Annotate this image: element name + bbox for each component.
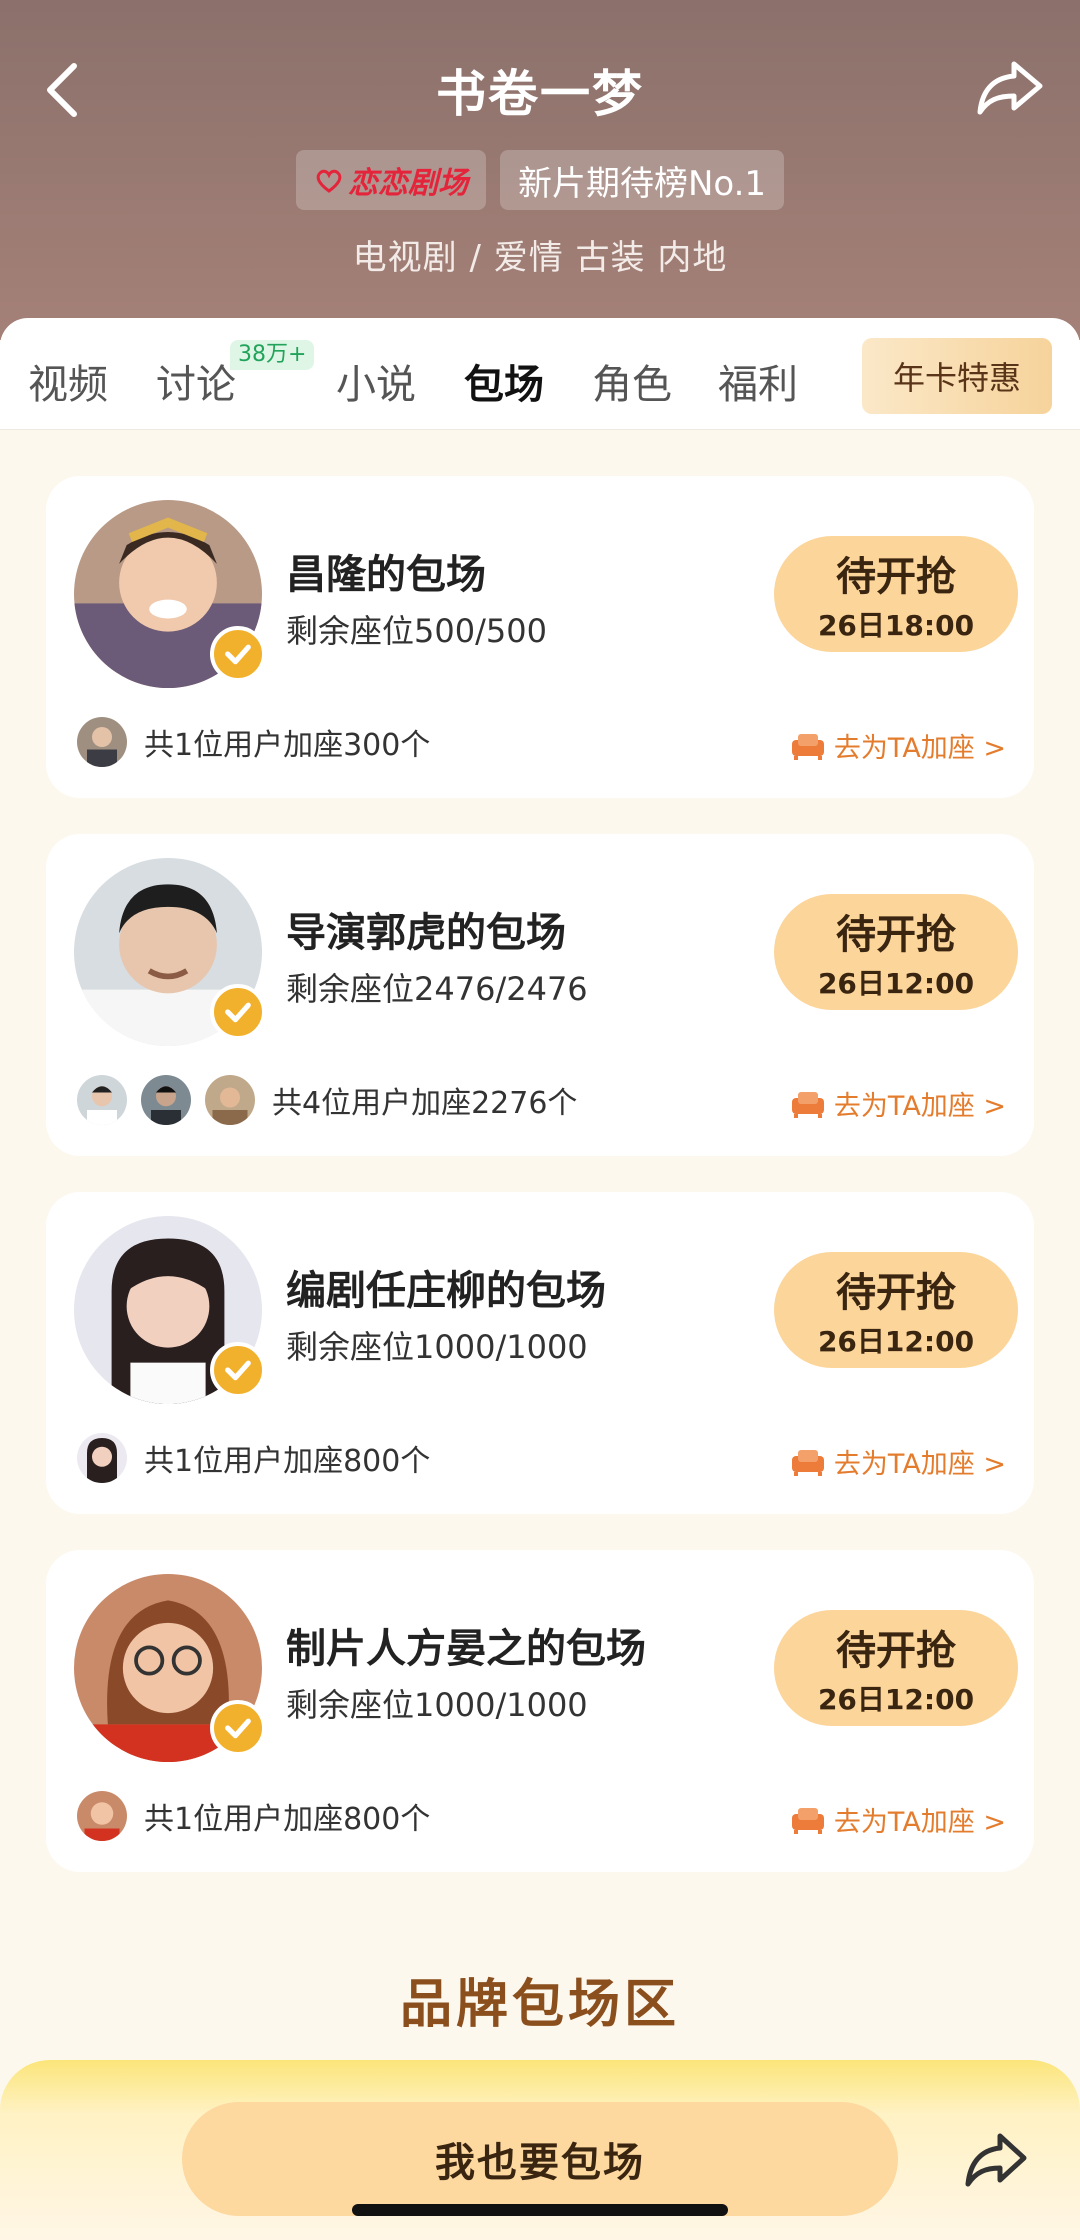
remaining-seats: 剩余座位2476/2476: [286, 970, 588, 1008]
add-seat-link[interactable]: 去为TA加座 >: [790, 1084, 1006, 1123]
pending-grab-button[interactable]: 待开抢 26日12:00: [774, 1610, 1018, 1726]
brand-badge[interactable]: 恋恋剧场: [295, 150, 486, 210]
tab-bar: 视频 讨论 38万+ 小说 包场 角色 福利 年卡特惠: [0, 318, 1080, 430]
supporters-summary: 共1位用户加座800个: [144, 1802, 431, 1837]
screening-list: 昌隆的包场 剩余座位500/500 待开抢 26日18:00 共1位用户加座30…: [46, 476, 1034, 1908]
grab-time: 26日18:00: [817, 609, 975, 642]
brand-badge-label: 恋恋剧场: [347, 166, 468, 201]
tab-welfare[interactable]: 福利: [718, 352, 798, 410]
sofa-seat-icon: [791, 733, 824, 760]
supporter-avatars: [74, 1430, 130, 1486]
verified-icon: [210, 1342, 266, 1398]
heart-logo-icon: [316, 169, 342, 193]
page: 书卷一梦 恋恋剧场 新片期待榜No.1 电视剧 / 爱情 古装 内地 视频 讨论…: [0, 0, 1080, 2240]
card-title: 导演郭虎的包场: [286, 910, 566, 956]
supporters-summary: 共1位用户加座800个: [144, 1444, 431, 1479]
card-title: 昌隆的包场: [286, 552, 486, 598]
rank-badge[interactable]: 新片期待榜No.1: [499, 150, 785, 210]
supporter-avatar: [74, 714, 130, 770]
supporter-avatar: [202, 1072, 258, 1128]
add-seat-link[interactable]: 去为TA加座 >: [790, 726, 1006, 765]
supporters-row: 共1位用户加座800个: [74, 1430, 430, 1486]
verified-icon: [210, 1700, 266, 1756]
add-seat-link[interactable]: 去为TA加座 >: [790, 1800, 1006, 1839]
share-arrow-icon: [965, 2133, 1027, 2187]
supporter-avatar: [138, 1072, 194, 1128]
share-arrow-icon: [977, 61, 1043, 115]
supporters-summary: 共1位用户加座300个: [144, 728, 431, 763]
supporter-avatars: [74, 1072, 258, 1128]
brand-section-title: 品牌包场区: [399, 1975, 680, 2035]
add-seat-label: 去为TA加座 >: [833, 1091, 1006, 1122]
sofa-seat-icon: [791, 1091, 824, 1118]
sofa-seat-icon: [791, 1807, 824, 1834]
verified-icon: [210, 626, 266, 682]
tab-roles[interactable]: 角色: [592, 352, 672, 410]
bottom-share-button[interactable]: [964, 2130, 1028, 2190]
tab-screening[interactable]: 包场: [464, 352, 544, 410]
grab-button-label: 待开抢: [836, 1628, 956, 1674]
screening-card[interactable]: 制片人方晏之的包场 剩余座位1000/1000 待开抢 26日12:00 共1位…: [46, 1550, 1034, 1872]
home-indicator: [352, 2204, 728, 2216]
header: 书卷一梦 恋恋剧场 新片期待榜No.1 电视剧 / 爱情 古装 内地: [0, 0, 1080, 340]
create-screening-button[interactable]: 我也要包场: [182, 2102, 898, 2216]
add-seat-link[interactable]: 去为TA加座 >: [790, 1442, 1006, 1481]
tab-discussion[interactable]: 讨论: [156, 352, 236, 410]
screening-card[interactable]: 昌隆的包场 剩余座位500/500 待开抢 26日18:00 共1位用户加座30…: [46, 476, 1034, 798]
card-title: 编剧任庄柳的包场: [286, 1268, 606, 1314]
add-seat-label: 去为TA加座 >: [833, 733, 1006, 764]
badge-row: 恋恋剧场 新片期待榜No.1: [0, 150, 1080, 210]
remaining-seats: 剩余座位1000/1000: [286, 1686, 588, 1724]
supporter-avatar: [74, 1072, 130, 1128]
supporters-row: 共1位用户加座300个: [74, 714, 430, 770]
discussion-count-badge: 38万+: [230, 340, 315, 370]
grab-button-label: 待开抢: [836, 912, 956, 958]
supporter-avatar: [74, 1430, 130, 1486]
sofa-seat-icon: [791, 1449, 824, 1476]
supporters-row: 共4位用户加座2276个: [74, 1072, 577, 1128]
screening-card[interactable]: 编剧任庄柳的包场 剩余座位1000/1000 待开抢 26日12:00 共1位用…: [46, 1192, 1034, 1514]
grab-button-label: 待开抢: [836, 554, 956, 600]
supporter-avatars: [74, 714, 130, 770]
supporters-summary: 共4位用户加座2276个: [272, 1086, 578, 1121]
supporters-row: 共1位用户加座800个: [74, 1788, 430, 1844]
grab-time: 26日12:00: [817, 1683, 975, 1716]
annual-card-promo[interactable]: 年卡特惠: [862, 338, 1052, 414]
add-seat-label: 去为TA加座 >: [833, 1449, 1006, 1480]
pending-grab-button[interactable]: 待开抢 26日12:00: [774, 894, 1018, 1010]
pending-grab-button[interactable]: 待开抢 26日18:00: [774, 536, 1018, 652]
grab-time: 26日12:00: [817, 967, 975, 1000]
genre-line: 电视剧 / 爱情 古装 内地: [352, 238, 728, 278]
card-title: 制片人方晏之的包场: [286, 1626, 646, 1672]
grab-button-label: 待开抢: [836, 1270, 956, 1316]
supporter-avatars: [74, 1788, 130, 1844]
pending-grab-button[interactable]: 待开抢 26日12:00: [774, 1252, 1018, 1368]
remaining-seats: 剩余座位1000/1000: [286, 1328, 588, 1366]
remaining-seats: 剩余座位500/500: [286, 612, 547, 650]
supporter-avatar: [74, 1788, 130, 1844]
add-seat-label: 去为TA加座 >: [833, 1807, 1006, 1838]
share-button[interactable]: [974, 56, 1046, 120]
tab-video[interactable]: 视频: [28, 352, 108, 410]
page-title: 书卷一梦: [436, 65, 644, 123]
verified-icon: [210, 984, 266, 1040]
grab-time: 26日12:00: [817, 1325, 975, 1358]
tab-novel[interactable]: 小说: [336, 352, 416, 410]
screening-card[interactable]: 导演郭虎的包场 剩余座位2476/2476 待开抢 26日12:00 共4位用户…: [46, 834, 1034, 1156]
